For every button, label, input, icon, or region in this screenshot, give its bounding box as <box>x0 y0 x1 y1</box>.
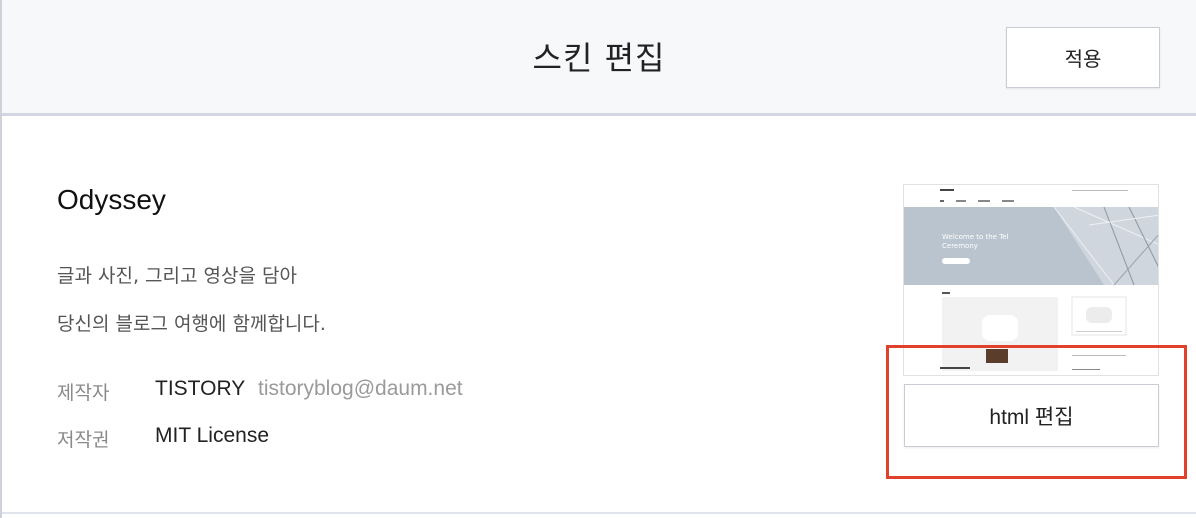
skin-preview-thumbnail: Welcome to the Tel Ceremony <box>903 184 1159 376</box>
bottom-divider <box>2 512 1196 514</box>
author-label: 제작자 <box>57 382 110 404</box>
header-bar: 스킨 편집 적용 <box>2 0 1196 116</box>
preview-hero-text-2: Ceremony <box>942 242 978 250</box>
author-name: TISTORY <box>155 377 246 400</box>
skin-description-line-2: 당신의 블로그 여행에 함께합니다. <box>57 313 326 335</box>
license-value: MIT License <box>155 424 269 447</box>
apply-button[interactable]: 적용 <box>1006 27 1160 88</box>
skin-preview-image: Welcome to the Tel Ceremony <box>904 185 1158 375</box>
skin-name: Odyssey <box>57 184 166 215</box>
author-email: tistoryblog@daum.net <box>258 377 463 400</box>
html-edit-button[interactable]: html 편집 <box>904 384 1159 447</box>
license-label: 저작권 <box>57 429 110 451</box>
skin-description-line-1: 글과 사진, 그리고 영상을 담아 <box>57 265 297 287</box>
preview-hero-text-1: Welcome to the Tel <box>942 233 1009 241</box>
